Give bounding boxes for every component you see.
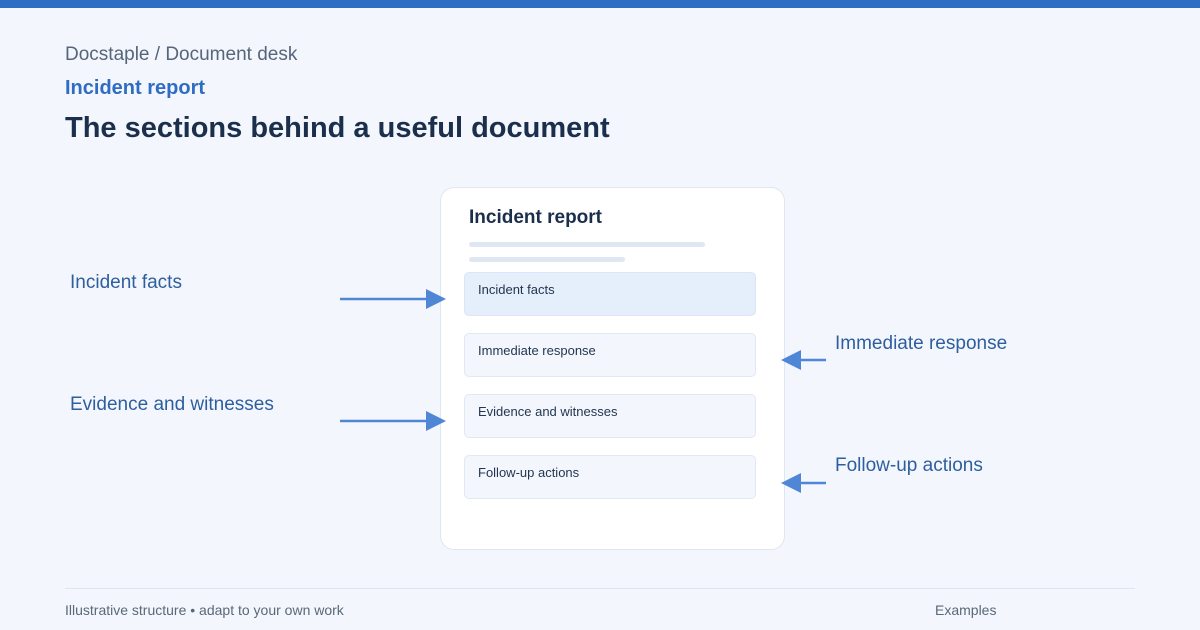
document-title: Incident report	[469, 207, 603, 228]
document-preview-card: Incident report Incident facts Immediate…	[440, 187, 785, 550]
callout-immediate-response: Immediate response	[835, 333, 1008, 354]
examples-link[interactable]: Examples	[935, 602, 996, 618]
footer-note: Illustrative structure • adapt to your o…	[65, 602, 344, 618]
footer-divider	[65, 588, 1135, 589]
callout-evidence-witnesses: Evidence and witnesses	[70, 394, 274, 415]
top-accent-bar	[0, 0, 1200, 8]
callout-incident-facts: Incident facts	[70, 272, 182, 293]
text-placeholder-line	[469, 242, 705, 247]
section-evidence-witnesses: Evidence and witnesses	[464, 394, 756, 438]
document-type-label: Incident report	[65, 77, 206, 99]
text-placeholder-line	[469, 257, 625, 262]
callout-follow-up-actions: Follow-up actions	[835, 455, 983, 476]
section-incident-facts: Incident facts	[464, 272, 756, 316]
section-follow-up-actions: Follow-up actions	[464, 455, 756, 499]
breadcrumb: Docstaple / Document desk	[65, 44, 298, 65]
section-immediate-response: Immediate response	[464, 333, 756, 377]
page-title: The sections behind a useful document	[65, 112, 610, 144]
